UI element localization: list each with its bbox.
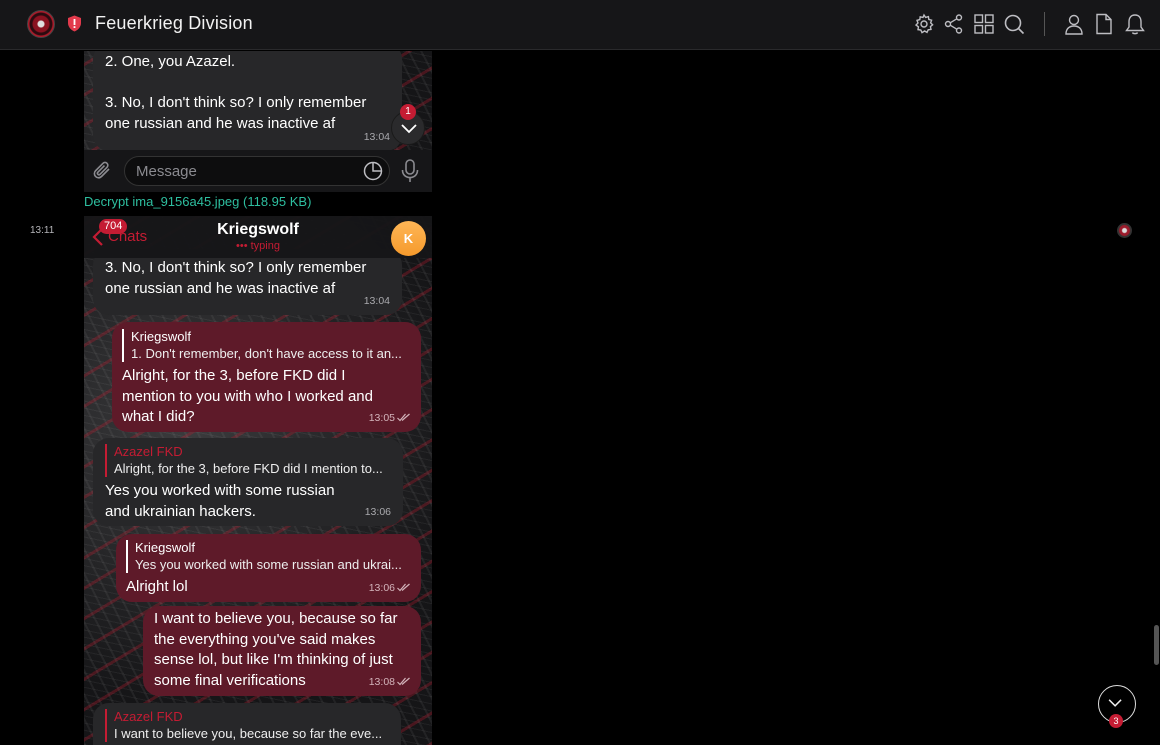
reply-quote[interactable]: Azazel FKD Alright, for the 3, before FK… bbox=[105, 444, 391, 477]
group-avatar[interactable] bbox=[27, 10, 55, 38]
message-bubble: Azazel FKD Alright, for the 3, before FK… bbox=[93, 438, 403, 526]
chat-header: Chats 704 Kriegswolf ••• typing K bbox=[84, 216, 432, 258]
message-bubble: Kriegswolf Yes you worked with some russ… bbox=[116, 534, 421, 602]
top-bar: Feuerkrieg Division bbox=[0, 0, 1160, 50]
author-avatar[interactable] bbox=[1117, 223, 1132, 238]
message-time: 13:04 bbox=[363, 294, 390, 307]
message-placeholder: Message bbox=[136, 163, 197, 180]
contact-avatar[interactable]: K bbox=[391, 221, 426, 256]
message-bubble: Azazel FKD I want to believe you, becaus… bbox=[93, 703, 401, 745]
post-time: 13:11 bbox=[30, 225, 55, 236]
message-input[interactable]: Message bbox=[124, 156, 390, 186]
microphone-icon[interactable] bbox=[399, 158, 421, 184]
reply-author: Kriegswolf bbox=[131, 329, 191, 344]
search-icon[interactable] bbox=[1003, 13, 1025, 35]
reply-quote[interactable]: Azazel FKD I want to believe you, becaus… bbox=[105, 709, 389, 742]
settings-icon[interactable] bbox=[913, 13, 935, 35]
message-text: 2. One, you Azazel. 3. No, I don't think… bbox=[105, 53, 367, 132]
reply-text: Yes you worked with some russian and ukr… bbox=[135, 557, 402, 572]
file-icon[interactable] bbox=[1093, 13, 1115, 35]
share-icon[interactable] bbox=[943, 13, 965, 35]
message-time: 13:06 bbox=[369, 578, 411, 599]
reply-author: Azazel FKD bbox=[114, 709, 183, 724]
reply-author: Azazel FKD bbox=[114, 444, 183, 459]
double-check-icon bbox=[397, 677, 410, 686]
message-time: 13:05 bbox=[369, 408, 411, 429]
reply-text: 1. Don't remember, don't have access to … bbox=[131, 346, 402, 361]
shield-icon bbox=[68, 15, 81, 32]
message-bubble: 3. No, I don't think so? I only remember… bbox=[93, 249, 402, 315]
message-composer: Message bbox=[84, 150, 432, 192]
chat-title: Kriegswolf bbox=[217, 221, 299, 238]
double-check-icon bbox=[397, 413, 410, 422]
message-time: 13:08 bbox=[369, 672, 411, 693]
typing-status: ••• typing bbox=[236, 240, 280, 252]
header-divider bbox=[1044, 12, 1045, 36]
message-time: 13:04 bbox=[363, 130, 390, 143]
user-icon[interactable] bbox=[1063, 13, 1085, 35]
message-text: Alright, for the 3, before FKD did I men… bbox=[122, 367, 373, 425]
message-time: 13:06 bbox=[364, 505, 391, 518]
grid-icon[interactable] bbox=[973, 13, 995, 35]
embedded-screenshot-chat: Chats 704 Kriegswolf ••• typing K 3. No,… bbox=[84, 216, 432, 745]
page-title: Feuerkrieg Division bbox=[95, 13, 253, 33]
message-text: Yes you worked with some russian and ukr… bbox=[105, 482, 335, 520]
page-scrollbar[interactable] bbox=[1154, 625, 1159, 665]
sticker-icon[interactable] bbox=[363, 161, 383, 181]
message-bubble: 2. One, you Azazel. 3. No, I don't think… bbox=[93, 51, 402, 151]
bell-icon[interactable] bbox=[1124, 13, 1146, 35]
message-bubble: Kriegswolf 1. Don't remember, don't have… bbox=[112, 322, 421, 432]
reply-text: I want to believe you, because so far th… bbox=[114, 726, 383, 741]
unread-badge: 3 bbox=[1109, 714, 1123, 728]
message-bubble: I want to believe you, because so far th… bbox=[143, 606, 421, 696]
reply-quote[interactable]: Kriegswolf Yes you worked with some russ… bbox=[126, 540, 411, 573]
message-text: 3. No, I don't think so? I only remember… bbox=[105, 259, 367, 297]
reply-text: Alright, for the 3, before FKD did I men… bbox=[114, 461, 383, 476]
reply-quote[interactable]: Kriegswolf 1. Don't remember, don't have… bbox=[122, 329, 411, 362]
decrypt-attachment-link[interactable]: Decrypt ima_9156a45.jpeg (118.95 KB) bbox=[84, 194, 311, 209]
paperclip-icon[interactable] bbox=[92, 160, 114, 182]
double-check-icon bbox=[397, 583, 410, 592]
reply-author: Kriegswolf bbox=[135, 540, 195, 555]
unread-badge: 1 bbox=[400, 104, 416, 120]
